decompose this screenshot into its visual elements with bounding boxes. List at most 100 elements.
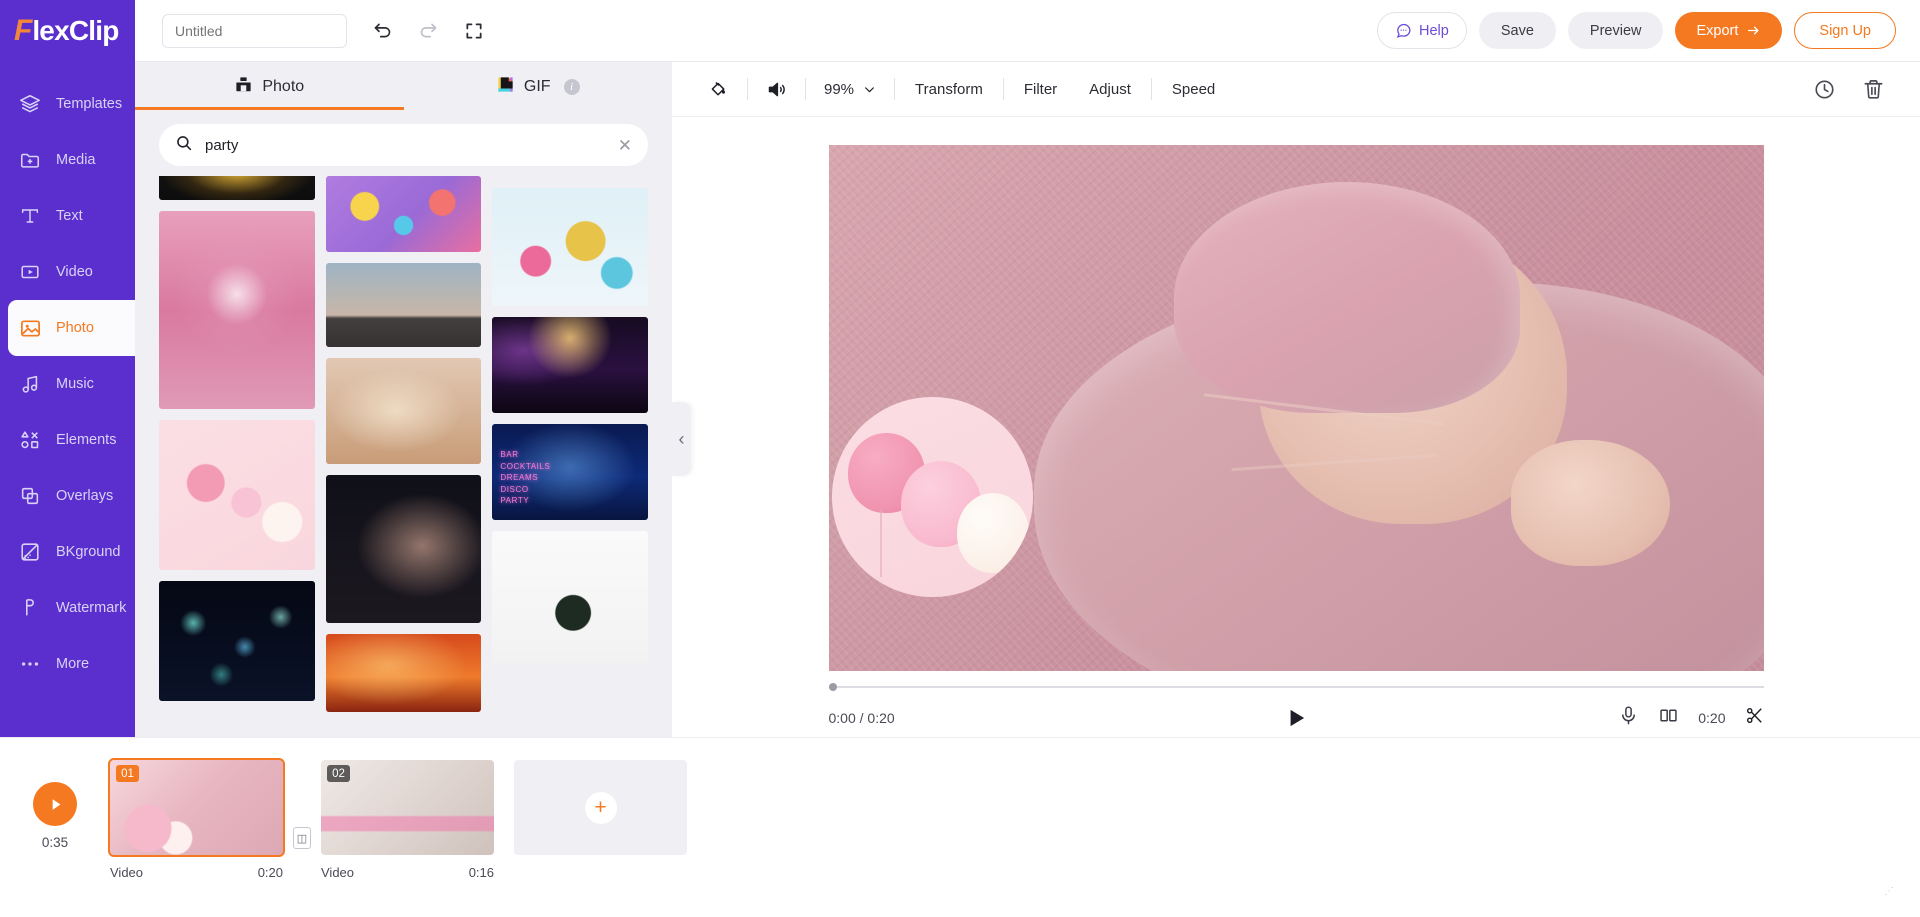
play-triangle-icon — [52, 798, 60, 810]
photo-thumb[interactable] — [325, 634, 482, 712]
sidebar-item-media[interactable]: Media — [0, 132, 135, 188]
thumb-accent — [159, 581, 315, 701]
toolbar-divider — [894, 78, 896, 100]
sidebar-item-text[interactable]: Text — [0, 188, 135, 244]
adjust-button[interactable]: Adjust — [1073, 62, 1147, 117]
export-button[interactable]: Export — [1675, 12, 1783, 49]
photo-thumb[interactable] — [492, 317, 649, 413]
scissors-icon[interactable] — [1745, 706, 1764, 730]
transform-label: Transform — [915, 80, 983, 98]
timeline-resize-handle[interactable]: ⋰ — [1884, 886, 1894, 897]
pink-balloons-circle-overlay[interactable] — [832, 397, 1034, 598]
sign-up-button[interactable]: Sign Up — [1794, 12, 1896, 49]
play-button[interactable] — [1283, 705, 1309, 731]
gif-info-icon[interactable]: i — [563, 78, 580, 95]
photo-thumb[interactable] — [159, 176, 315, 200]
paint-bucket-icon[interactable] — [694, 62, 743, 117]
photo-thumb[interactable] — [325, 263, 482, 347]
clear-search-icon[interactable]: ✕ — [618, 137, 632, 154]
sidebar-item-bkground[interactable]: BKground — [0, 524, 135, 580]
scrubber-handle[interactable] — [828, 683, 837, 691]
save-button[interactable]: Save — [1478, 12, 1556, 49]
shapes-icon — [18, 428, 42, 452]
timeline-play-button[interactable] — [33, 782, 77, 826]
help-label: Help — [1419, 22, 1449, 39]
watermark-icon — [18, 596, 42, 620]
photo-thumb[interactable] — [159, 581, 315, 701]
preview-baby-bonnet — [1174, 181, 1521, 414]
sidebar-item-watermark[interactable]: Watermark — [0, 580, 135, 636]
results-column-3: BAR COCKTAILS DREAMS DISCO PARTY — [492, 188, 649, 737]
sign-up-label: Sign Up — [1819, 22, 1871, 39]
clip-type-label: Video — [110, 865, 144, 880]
speed-button[interactable]: Speed — [1156, 62, 1231, 117]
photo-thumb[interactable] — [159, 211, 315, 409]
photo-thumb[interactable] — [325, 358, 482, 464]
sidebar-item-more[interactable]: More — [0, 636, 135, 692]
zoom-level-value: 99% — [824, 80, 855, 98]
history-controls — [369, 18, 487, 44]
more-dots-icon — [18, 652, 42, 676]
sidebar-item-overlays[interactable]: Overlays — [0, 468, 135, 524]
photo-thumb[interactable] — [492, 531, 649, 663]
sidebar-item-video[interactable]: Video — [0, 244, 135, 300]
photo-thumb[interactable] — [159, 420, 315, 570]
sidebar-item-templates[interactable]: Templates — [0, 76, 135, 132]
sidebar-item-music[interactable]: Music — [0, 356, 135, 412]
microphone-icon[interactable] — [1618, 705, 1639, 731]
stage-area: 99% Transform Filter Adjust Speed 0:00 /… — [672, 62, 1920, 739]
overlay-squares-icon — [18, 484, 42, 508]
photo-thumb[interactable] — [325, 176, 482, 252]
project-title-input[interactable] — [162, 13, 347, 48]
redo-icon[interactable] — [415, 18, 441, 44]
sidebar-label-text: Text — [56, 208, 83, 224]
thumb-accent — [492, 531, 649, 663]
sidebar-item-elements[interactable]: Elements — [0, 412, 135, 468]
search-input[interactable] — [205, 136, 606, 154]
preview-button[interactable]: Preview — [1567, 12, 1664, 49]
timeline-clip-item: 02 Video 0:16 — [321, 760, 494, 880]
photo-thumb-neon[interactable]: BAR COCKTAILS DREAMS DISCO PARTY — [492, 424, 649, 520]
split-view-icon[interactable] — [1658, 705, 1679, 731]
search-box[interactable]: ✕ — [159, 124, 648, 166]
photo-results-grid[interactable]: BAR COCKTAILS DREAMS DISCO PARTY — [135, 176, 672, 737]
sidebar-label-watermark: Watermark — [56, 600, 127, 616]
volume-icon[interactable] — [752, 62, 801, 117]
sidebar-item-photo[interactable]: Photo — [8, 300, 135, 356]
search-area: ✕ — [135, 110, 672, 176]
history-clock-icon[interactable] — [1800, 62, 1849, 117]
photo-thumb[interactable] — [492, 188, 649, 306]
video-preview[interactable] — [828, 145, 1764, 671]
toolbar-divider — [747, 78, 748, 100]
stage-canvas[interactable]: 0:00 / 0:20 0:20 — [672, 117, 1920, 739]
tab-photo-label: Photo — [262, 77, 305, 95]
thumb-accent — [492, 317, 649, 413]
playhead-scrubber[interactable] — [828, 677, 1764, 697]
transform-button[interactable]: Transform — [899, 62, 999, 117]
zoom-level-selector[interactable]: 99% — [810, 62, 890, 117]
adjust-label: Adjust — [1089, 80, 1131, 98]
timeline-clip-02[interactable]: 02 — [321, 760, 494, 855]
add-clip-button[interactable]: + — [514, 760, 687, 855]
clip-duration-label: 0:20 — [1698, 710, 1726, 726]
delete-button[interactable] — [1849, 62, 1898, 117]
transition-button[interactable]: ◫ — [293, 827, 311, 849]
help-button[interactable]: Help — [1377, 12, 1467, 49]
timeline: 0:35 01 Video 0:20 ◫ 02 Video 0:16 + ⋰ — [0, 737, 1920, 917]
preview-baby-hand — [1511, 439, 1670, 566]
transition-icon: ◫ — [296, 832, 308, 845]
undo-icon[interactable] — [369, 18, 395, 44]
scrubber-track[interactable] — [828, 683, 1764, 691]
tab-photo[interactable]: Photo — [135, 63, 404, 110]
thumb-accent — [159, 420, 315, 570]
toolbar-divider — [1002, 78, 1004, 100]
fullscreen-icon[interactable] — [461, 18, 487, 44]
filter-button[interactable]: Filter — [1008, 62, 1073, 117]
collapse-panel-button[interactable]: ‹ — [672, 402, 691, 476]
timeline-clip-01[interactable]: 01 — [108, 758, 285, 857]
tab-gif[interactable]: GIF i — [404, 63, 673, 110]
app-logo[interactable]: F lexClip — [0, 0, 135, 62]
save-label: Save — [1500, 22, 1534, 39]
timeline-clips: 01 Video 0:20 ◫ 02 Video 0:16 + — [108, 758, 697, 880]
photo-thumb[interactable] — [325, 475, 482, 623]
